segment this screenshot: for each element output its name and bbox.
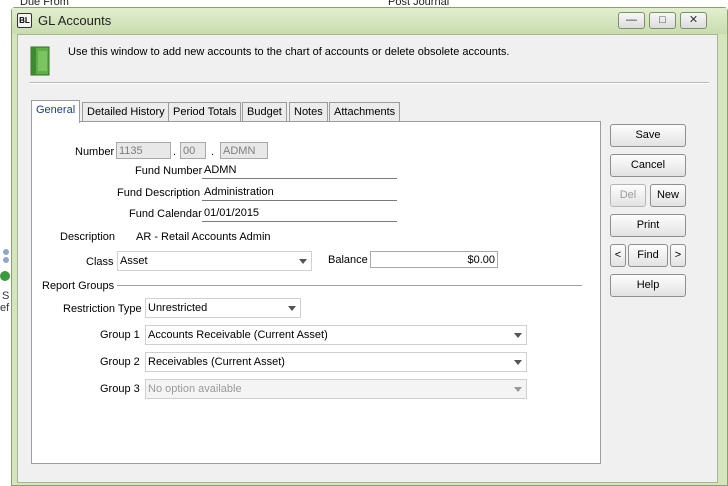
new-button[interactable]: New xyxy=(650,184,686,207)
cancel-button[interactable]: Cancel xyxy=(610,154,686,177)
number-part-3-field[interactable]: ADMN xyxy=(220,142,268,159)
close-button[interactable]: ✕ xyxy=(680,12,707,29)
title-bar[interactable]: BL GL Accounts — □ ✕ xyxy=(12,8,727,34)
number-label: Number xyxy=(75,146,115,158)
save-button[interactable]: Save xyxy=(610,124,686,147)
class-dropdown-value: Asset xyxy=(120,255,148,267)
print-button[interactable]: Print xyxy=(610,214,686,237)
info-text: Use this window to add new accounts to t… xyxy=(68,46,510,58)
chevron-down-icon xyxy=(514,333,522,338)
find-button[interactable]: Find xyxy=(628,244,668,267)
report-groups-label: Report Groups xyxy=(42,280,115,292)
fund-calendar-label: Fund Calendar xyxy=(129,208,202,220)
background-fragment-2: ef xyxy=(0,302,10,314)
chevron-down-icon xyxy=(514,360,522,365)
tab-general[interactable]: General xyxy=(31,100,81,123)
report-groups-divider xyxy=(117,285,582,286)
restriction-type-label: Restriction Type xyxy=(63,303,142,315)
general-tab-panel: Number 1135 . 00 . ADMN Fund Number ADMN… xyxy=(31,121,601,464)
group-3-label: Group 3 xyxy=(100,383,140,395)
background-fragment-1: S xyxy=(2,290,10,302)
balance-label: Balance xyxy=(328,254,368,266)
description-value: AR - Retail Accounts Admin xyxy=(136,231,271,243)
green-book-icon xyxy=(30,46,50,76)
app-logo-icon: BL xyxy=(17,13,32,28)
description-label: Description xyxy=(60,231,116,243)
previous-button[interactable]: < xyxy=(610,244,626,267)
balance-field: $0.00 xyxy=(370,251,498,268)
chevron-down-icon xyxy=(514,387,522,392)
restriction-type-value: Unrestricted xyxy=(148,302,208,314)
tab-budget[interactable]: Budget xyxy=(242,102,287,122)
chevron-down-icon xyxy=(299,259,307,264)
next-button[interactable]: > xyxy=(670,244,686,267)
class-dropdown[interactable]: Asset xyxy=(117,251,312,271)
fund-calendar-field[interactable]: 01/01/2015 xyxy=(202,205,397,222)
fund-description-field[interactable]: Administration xyxy=(202,184,397,201)
group-2-value: Receivables (Current Asset) xyxy=(148,356,285,368)
tab-detailed-history[interactable]: Detailed History xyxy=(82,102,170,122)
number-part-2-field[interactable]: 00 xyxy=(180,142,206,159)
chevron-down-icon xyxy=(288,306,296,311)
window-client-area: Use this window to add new accounts to t… xyxy=(17,34,718,483)
group-1-value: Accounts Receivable (Current Asset) xyxy=(148,329,328,341)
maximize-button[interactable]: □ xyxy=(649,12,676,29)
number-separator-1: . xyxy=(173,146,177,158)
minimize-button[interactable]: — xyxy=(618,12,645,29)
number-separator-2: . xyxy=(211,146,215,158)
class-label: Class xyxy=(86,256,114,268)
delete-button[interactable]: Del xyxy=(610,184,646,207)
group-3-value: No option available xyxy=(148,383,242,395)
fund-number-field[interactable]: ADMN xyxy=(202,162,397,179)
tab-period-totals[interactable]: Period Totals xyxy=(168,102,242,122)
gl-accounts-window: BL GL Accounts — □ ✕ Use this window to … xyxy=(11,7,728,486)
tab-notes[interactable]: Notes xyxy=(289,102,328,122)
tab-attachments[interactable]: Attachments xyxy=(329,102,401,122)
group-3-dropdown[interactable]: No option available xyxy=(145,379,527,399)
header-divider xyxy=(29,82,709,84)
number-part-1-field[interactable]: 1135 xyxy=(116,142,171,159)
window-title: GL Accounts xyxy=(38,13,112,28)
group-2-label: Group 2 xyxy=(100,356,140,368)
help-button[interactable]: Help xyxy=(610,274,686,297)
group-1-dropdown[interactable]: Accounts Receivable (Current Asset) xyxy=(145,325,527,345)
group-2-dropdown[interactable]: Receivables (Current Asset) xyxy=(145,352,527,372)
restriction-type-dropdown[interactable]: Unrestricted xyxy=(145,298,301,318)
fund-number-label: Fund Number xyxy=(135,165,203,177)
group-1-label: Group 1 xyxy=(100,329,140,341)
fund-description-label: Fund Description xyxy=(117,187,201,199)
